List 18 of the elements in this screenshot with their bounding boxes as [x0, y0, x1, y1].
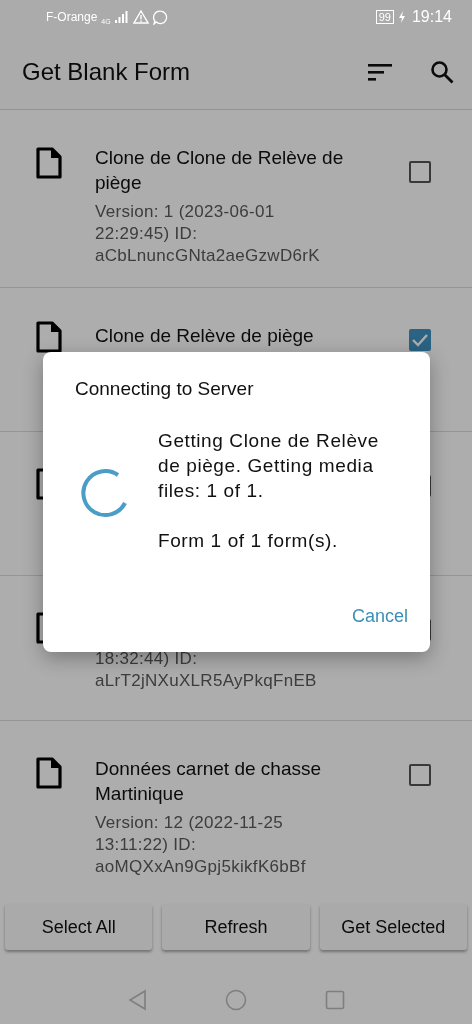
action-button[interactable]: Get Selected: [319, 904, 467, 950]
form-title: Clone de Relève de piège: [95, 324, 315, 348]
dialog-message: Getting Clone de Relève de piège. Getting media files: 1 of 1. Form 1 of 1 form(s).: [158, 429, 379, 553]
app-title: Get Blank Form: [22, 57, 191, 86]
form-details: Version: 12 (2022-11-25 13:11:22) ID: aoMQXxAn9Gpj5kikfK6bBf: [95, 812, 307, 878]
form-details: Version: 1 (2023-06-01 22:29:45) ID: aCbLnuncGNta2aeGzwD6rK: [95, 201, 321, 267]
form-title: Données carnet de chasse Martinique: [95, 757, 323, 806]
form-list-item[interactable]: Clone de Clone de Relève de piège Version: 1 (2023-06-01 22:29:45) ID: aCbLnuncGNta2aeGzwD6rK: [0, 110, 472, 288]
carrier-name: F-Orange: [46, 10, 98, 24]
form-details: 18:32:44) ID: aLrT2jNXuXLR5AyPkqFnEB: [95, 648, 318, 692]
form-title: Clone de Clone de Relève de piège: [95, 146, 345, 195]
cancel-button[interactable]: Cancel: [345, 602, 414, 631]
action-button[interactable]: Refresh: [162, 904, 310, 950]
clock-time: 19:14: [411, 8, 452, 26]
battery-level: 99: [375, 10, 394, 24]
form-list-item[interactable]: Données carnet de chasse Martinique Version: 12 (2022-11-25 13:11:22) ID: aoMQXxAn9Gpj5kikfK6bBf: [0, 721, 472, 880]
action-button[interactable]: Select All: [5, 904, 153, 950]
dialog-title: Connecting to Server: [75, 378, 255, 400]
